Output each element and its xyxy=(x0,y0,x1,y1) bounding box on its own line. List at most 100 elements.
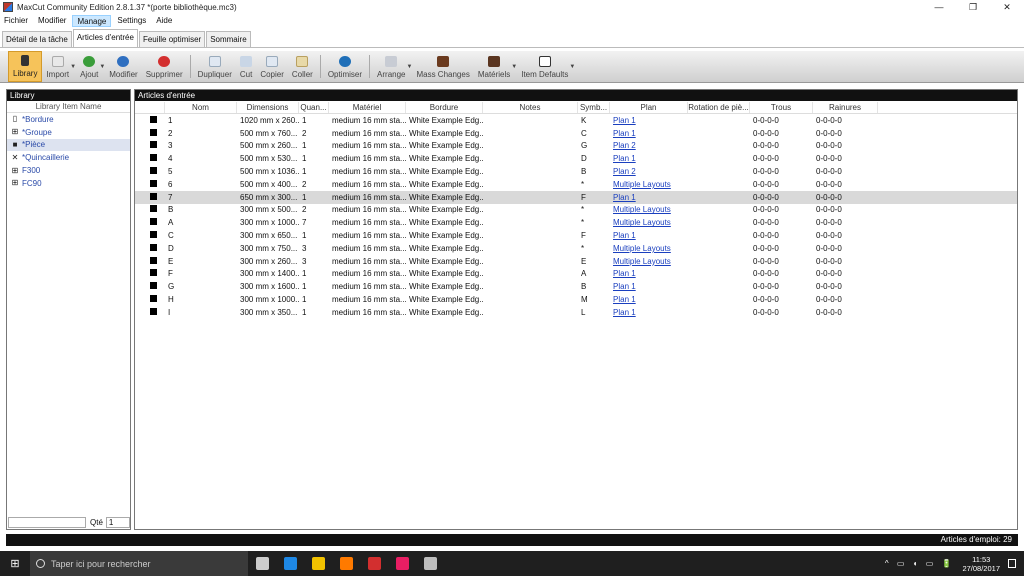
library-item[interactable]: ⊞ FC90 xyxy=(7,177,130,190)
tab-feuille-optimiser[interactable]: Feuille optimiser xyxy=(138,31,206,47)
close-button[interactable]: ✕ xyxy=(990,0,1024,14)
windows-start-icon[interactable]: ⊞ xyxy=(0,551,30,576)
plan-link[interactable]: Multiple Layouts xyxy=(613,257,671,266)
plan-link[interactable]: Plan 2 xyxy=(613,167,636,176)
item-defaults-button[interactable]: Item Defaults xyxy=(517,51,572,82)
taskbar-search[interactable]: Taper ici pour rechercher xyxy=(30,551,248,576)
copier-button[interactable]: Copier xyxy=(256,51,288,82)
file-explorer-icon[interactable] xyxy=(304,551,332,576)
column-header[interactable]: Symb... xyxy=(578,102,610,113)
library-item[interactable]: ✕ *Quincaillerie xyxy=(7,151,130,164)
cut-button[interactable]: Cut xyxy=(236,51,256,82)
maxcut-icon[interactable] xyxy=(388,551,416,576)
plan-cell[interactable]: Plan 2 xyxy=(610,167,688,176)
plan-cell[interactable]: Plan 1 xyxy=(610,116,688,125)
arrange-button[interactable]: Arrange xyxy=(373,51,409,82)
plan-cell[interactable]: Plan 1 xyxy=(610,269,688,278)
supprimer-button[interactable]: Supprimer xyxy=(142,51,187,82)
table-row[interactable]: 6 500 mm x 400... 2 medium 16 mm sta... Whit… xyxy=(135,178,1017,191)
plan-cell[interactable]: Plan 1 xyxy=(610,231,688,240)
table-row[interactable]: A 300 mm x 1000... 7 medium 16 mm sta... Whi… xyxy=(135,216,1017,229)
row-select-cell[interactable] xyxy=(135,115,165,125)
table-row[interactable]: 5 500 mm x 1036... 1 medium 16 mm sta... Whi… xyxy=(135,165,1017,178)
table-row[interactable]: 2 500 mm x 760... 2 medium 16 mm sta... Whit… xyxy=(135,127,1017,140)
row-select-cell[interactable] xyxy=(135,307,165,317)
plan-cell[interactable]: Plan 1 xyxy=(610,282,688,291)
menu-fichier[interactable]: Fichier xyxy=(0,15,32,27)
row-select-cell[interactable] xyxy=(135,282,165,291)
clock[interactable]: 11:53 27/08/2017 xyxy=(962,555,1000,573)
table-row[interactable]: B 300 mm x 500... 2 medium 16 mm sta... Whit… xyxy=(135,204,1017,217)
column-header[interactable]: Rainures xyxy=(813,102,878,113)
library-item[interactable]: ■ *Pièce xyxy=(7,138,130,152)
row-select-cell[interactable] xyxy=(135,192,165,202)
coller-button[interactable]: Coller xyxy=(288,51,317,82)
plan-cell[interactable]: Multiple Layouts xyxy=(610,205,688,214)
plan-link[interactable]: Plan 1 xyxy=(613,231,636,240)
library-item[interactable]: ▯ *Bordure xyxy=(7,113,130,126)
column-header[interactable]: Trous xyxy=(750,102,813,113)
column-header[interactable]: Matériel xyxy=(329,102,406,113)
plan-cell[interactable]: Plan 1 xyxy=(610,154,688,163)
row-select-cell[interactable] xyxy=(135,269,165,278)
plan-link[interactable]: Plan 1 xyxy=(613,295,636,304)
row-select-cell[interactable] xyxy=(135,256,165,266)
notification-icon[interactable] xyxy=(1008,559,1016,568)
plan-link[interactable]: Plan 1 xyxy=(613,129,636,138)
row-select-cell[interactable] xyxy=(135,128,165,138)
plan-link[interactable]: Plan 2 xyxy=(613,141,636,150)
import-button[interactable]: Import xyxy=(42,51,73,82)
plan-cell[interactable]: Plan 1 xyxy=(610,129,688,138)
table-row[interactable]: 4 500 mm x 530... 1 medium 16 mm sta... Whit… xyxy=(135,152,1017,165)
table-row[interactable]: I 300 mm x 350... 1 medium 16 mm sta... Whit… xyxy=(135,306,1017,319)
column-header[interactable]: Plan xyxy=(610,102,688,113)
table-row[interactable]: G 300 mm x 1600... 1 medium 16 mm sta... Whi… xyxy=(135,280,1017,293)
plan-cell[interactable]: Plan 1 xyxy=(610,193,688,202)
row-select-cell[interactable] xyxy=(135,141,165,150)
library-search-input[interactable] xyxy=(8,517,86,528)
tab-detail-tache[interactable]: Détail de la tâche xyxy=(2,31,72,47)
table-row[interactable]: D 300 mm x 750... 3 medium 16 mm sta... Whit… xyxy=(135,242,1017,255)
app-window-icon[interactable] xyxy=(416,551,444,576)
menu-modifier[interactable]: Modifier xyxy=(34,15,70,27)
plan-link[interactable]: Multiple Layouts xyxy=(613,244,671,253)
table-row[interactable]: 1 1020 mm x 260... 1 medium 16 mm sta... Whi… xyxy=(135,114,1017,127)
menu-manage[interactable]: Manage xyxy=(72,14,112,27)
app-red-icon[interactable] xyxy=(360,551,388,576)
plan-link[interactable]: Plan 1 xyxy=(613,154,636,163)
plan-link[interactable]: Plan 1 xyxy=(613,282,636,291)
modifier-button[interactable]: Modifier xyxy=(105,51,141,82)
menu-aide[interactable]: Aide xyxy=(152,15,176,27)
table-row[interactable]: H 300 mm x 1000... 1 medium 16 mm sta... Whi… xyxy=(135,293,1017,306)
qty-input[interactable]: 1 xyxy=(105,517,130,528)
plan-link[interactable]: Multiple Layouts xyxy=(613,218,671,227)
plan-link[interactable]: Plan 1 xyxy=(613,308,636,317)
tray-icons[interactable]: ^ ▭ ◖ ▭ 🔋 xyxy=(885,559,955,568)
maximize-button[interactable]: ❐ xyxy=(956,0,990,14)
materiels-button[interactable]: Matériels xyxy=(474,51,514,82)
row-select-cell[interactable] xyxy=(135,179,165,189)
plan-cell[interactable]: Plan 1 xyxy=(610,308,688,317)
plan-cell[interactable]: Multiple Layouts xyxy=(610,180,688,189)
library-button[interactable]: Library xyxy=(8,51,43,82)
row-select-cell[interactable] xyxy=(135,167,165,176)
plan-cell[interactable]: Multiple Layouts xyxy=(610,244,688,253)
plan-cell[interactable]: Plan 1 xyxy=(610,295,688,304)
plan-link[interactable]: Multiple Layouts xyxy=(613,180,671,189)
library-column-header[interactable]: Library Item Name xyxy=(7,101,130,113)
plan-link[interactable]: Multiple Layouts xyxy=(613,205,671,214)
plan-cell[interactable]: Multiple Layouts xyxy=(610,218,688,227)
column-header[interactable]: Rotation de piè... xyxy=(688,102,750,113)
table-row[interactable]: 7 650 mm x 300... 1 medium 16 mm sta... Whit… xyxy=(135,190,1017,204)
mass-changes-button[interactable]: Mass Changes xyxy=(412,51,473,82)
row-select-cell[interactable] xyxy=(135,243,165,253)
item-defaults-dropdown-icon[interactable]: ▼ xyxy=(569,64,575,70)
row-select-cell[interactable] xyxy=(135,231,165,240)
table-row[interactable]: F 300 mm x 1400... 1 medium 16 mm sta... Whi… xyxy=(135,268,1017,281)
row-select-cell[interactable] xyxy=(135,205,165,214)
column-header[interactable] xyxy=(135,102,165,113)
menu-settings[interactable]: Settings xyxy=(113,15,150,27)
library-item[interactable]: ⊞ F300 xyxy=(7,164,130,177)
column-header[interactable]: Bordure xyxy=(406,102,483,113)
plan-link[interactable]: Plan 1 xyxy=(613,193,636,202)
